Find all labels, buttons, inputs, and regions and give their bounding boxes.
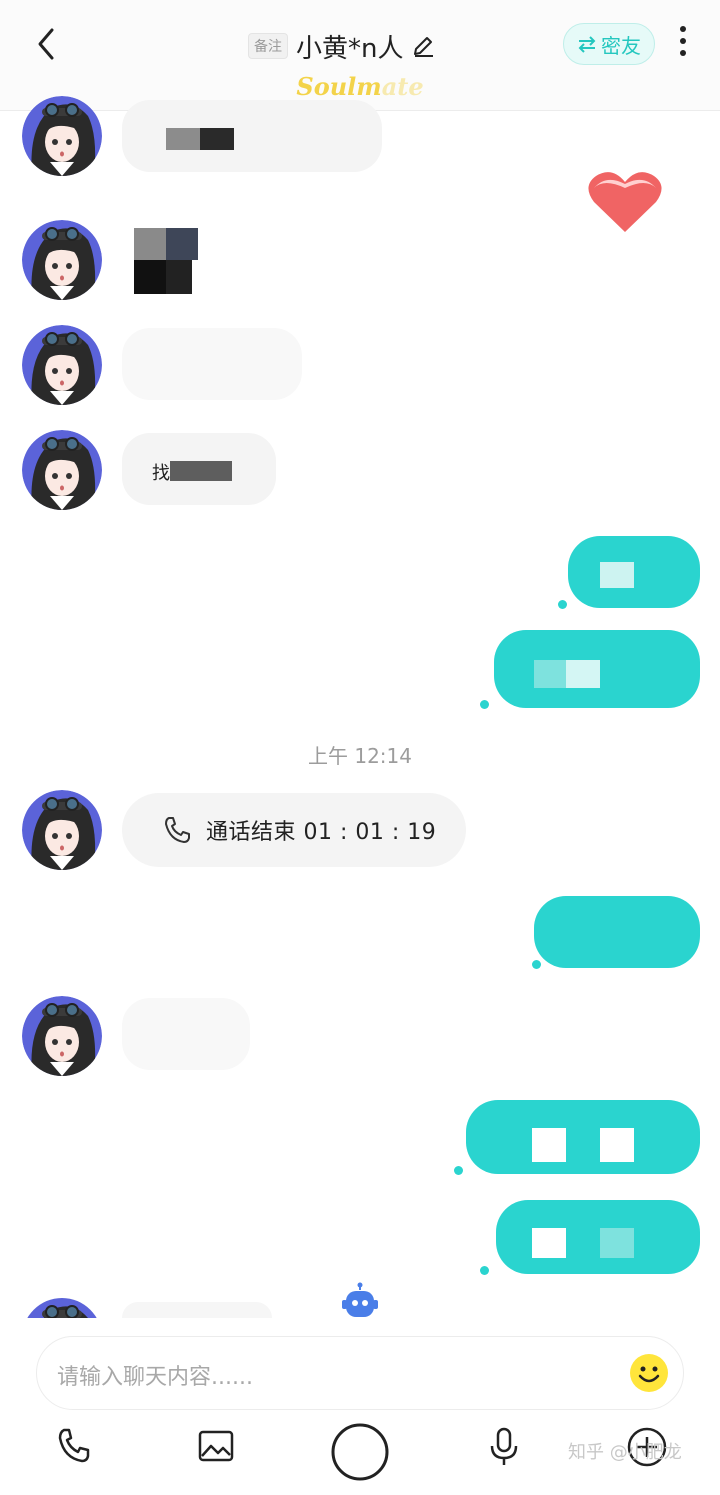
image-message[interactable] — [128, 222, 200, 296]
avatar[interactable] — [22, 996, 102, 1076]
outgoing-message-bubble[interactable] — [494, 630, 700, 708]
title-group[interactable]: 备注 小黄*n人 — [248, 28, 435, 64]
call-duration-text: 通话结束 01 : 01 : 19 — [206, 820, 437, 845]
incoming-message-bubble[interactable]: 找 — [122, 433, 276, 505]
center-action-button[interactable] — [330, 1422, 390, 1482]
input-area: 请输入聊天内容...... — [0, 1318, 720, 1495]
message-text: 找 — [152, 463, 170, 484]
more-options-icon[interactable] — [674, 26, 692, 60]
pixelated-content — [170, 461, 232, 481]
chat-input[interactable]: 请输入聊天内容...... — [36, 1336, 684, 1410]
soulmate-badge-suffix: ate — [381, 72, 424, 101]
chat-input-placeholder: 请输入聊天内容...... — [57, 1365, 253, 1390]
close-friend-label: 密友 — [601, 33, 641, 58]
incoming-message-bubble[interactable] — [122, 100, 382, 172]
edit-icon[interactable] — [411, 34, 435, 58]
page-title: 小黄*n人 — [296, 33, 404, 64]
soulmate-badge-prefix: Soulm — [296, 72, 382, 101]
incoming-message-bubble[interactable] — [122, 1302, 272, 1318]
avatar[interactable] — [22, 430, 102, 510]
timestamp: 上午 12:14 — [308, 744, 412, 768]
sent-indicator — [454, 1166, 463, 1175]
swap-icon — [578, 36, 596, 53]
image-picker-icon[interactable] — [197, 1426, 235, 1466]
sent-indicator — [480, 700, 489, 709]
robot-assistant-icon[interactable] — [340, 1282, 380, 1322]
incoming-message-bubble[interactable] — [122, 998, 250, 1070]
close-friend-button[interactable]: 密友 — [563, 23, 655, 65]
emoji-icon[interactable] — [629, 1353, 669, 1393]
avatar[interactable] — [22, 96, 102, 176]
note-tag[interactable]: 备注 — [248, 33, 288, 59]
call-record-bubble[interactable]: 通话结束 01 : 01 : 19 — [122, 793, 466, 867]
phone-icon — [165, 817, 190, 843]
outgoing-message-bubble[interactable] — [496, 1200, 700, 1274]
outgoing-message-bubble[interactable] — [568, 536, 700, 608]
avatar[interactable] — [22, 790, 102, 870]
pixelated-content — [166, 128, 200, 150]
watermark: 知乎 @小肥龙 — [568, 1442, 682, 1463]
microphone-icon[interactable] — [487, 1426, 521, 1468]
avatar[interactable] — [22, 220, 102, 300]
outgoing-message-bubble[interactable] — [534, 896, 700, 968]
avatar[interactable] — [22, 1298, 102, 1318]
sent-indicator — [480, 1266, 489, 1275]
outgoing-message-bubble[interactable] — [466, 1100, 700, 1174]
chat-header: 备注 小黄*n人 Soulmate 密友 — [0, 0, 720, 111]
sent-indicator — [532, 960, 541, 969]
back-arrow-icon[interactable] — [30, 24, 66, 64]
sent-indicator — [558, 600, 567, 609]
avatar[interactable] — [22, 325, 102, 405]
phone-call-icon[interactable] — [56, 1426, 92, 1466]
incoming-message-bubble[interactable] — [122, 328, 302, 400]
soulmate-badge: Soulmate — [0, 72, 720, 101]
heart-sticker-icon[interactable] — [586, 168, 664, 236]
pixelated-content — [200, 128, 234, 150]
